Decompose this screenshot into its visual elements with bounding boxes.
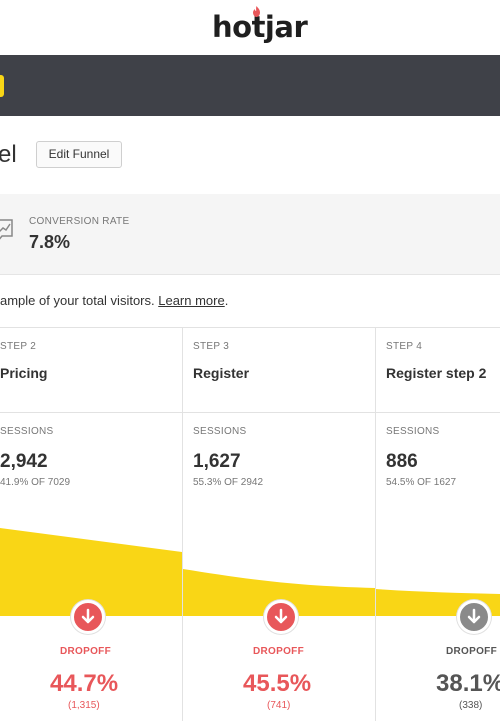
hotjar-logo[interactable]: hotjar	[212, 6, 308, 44]
arrow-down-circle-icon	[81, 608, 95, 624]
dropoff-label: DROPOFF	[60, 646, 111, 657]
sessions-percent: 54.5% OF 1627	[386, 477, 457, 488]
step-label: STEP 2	[0, 341, 37, 352]
sessions-value: 1,627	[193, 451, 241, 472]
step-name: Register	[193, 365, 250, 381]
notice-body: ample of your total visitors.	[0, 293, 159, 308]
conversion-rate-value: 7.8%	[29, 232, 71, 252]
sessions-value: 2,942	[0, 451, 48, 472]
dropoff-percent: 44.7%	[50, 670, 119, 697]
dropoff-count: (338)	[459, 700, 483, 711]
arrow-down-circle-icon	[467, 608, 481, 624]
sample-notice-text: ample of your total visitors. Learn more…	[0, 293, 228, 308]
sessions-label: SESSIONS	[386, 426, 440, 437]
sessions-value: 886	[386, 451, 418, 472]
step-label: STEP 3	[193, 341, 230, 352]
funnel-steps	[0, 328, 500, 721]
sessions-percent: 41.9% OF 7029	[0, 477, 71, 488]
column-divider	[375, 328, 376, 721]
row-divider	[0, 412, 500, 413]
dropoff-count: (1,315)	[68, 700, 100, 711]
column-divider	[182, 328, 183, 721]
stats-panel	[0, 194, 500, 275]
step-name: Register step 2	[386, 365, 487, 381]
funnel-area-chart	[0, 528, 500, 721]
flame-icon	[253, 6, 260, 17]
chart-icon	[0, 219, 13, 240]
dropoff-label: DROPOFF	[446, 646, 497, 657]
dropoff-percent: 38.1%	[436, 670, 500, 697]
dropoff-icon[interactable]	[457, 600, 491, 634]
step-label: STEP 4	[386, 341, 423, 352]
learn-more-link[interactable]: Learn more	[158, 293, 224, 308]
sessions-percent: 55.3% OF 2942	[193, 477, 264, 488]
sessions-label: SESSIONS	[193, 426, 247, 437]
accent-tab[interactable]	[0, 75, 4, 97]
step-name: Pricing	[0, 365, 48, 381]
app-toolbar	[0, 55, 500, 116]
edit-funnel-button[interactable]: Edit Funnel	[36, 141, 122, 168]
sessions-label: SESSIONS	[0, 426, 54, 437]
dropoff-icon[interactable]	[71, 600, 105, 634]
notice-suffix: .	[224, 293, 229, 308]
dropoff-percent: 45.5%	[243, 670, 312, 697]
page-title: el	[0, 141, 17, 168]
conversion-rate-label: CONVERSION RATE	[29, 216, 130, 227]
dropoff-count: (741)	[267, 700, 291, 711]
arrow-down-circle-icon	[274, 608, 288, 624]
dropoff-label: DROPOFF	[253, 646, 304, 657]
top-header: hotjar	[0, 0, 500, 55]
dropoff-icon[interactable]	[264, 600, 298, 634]
